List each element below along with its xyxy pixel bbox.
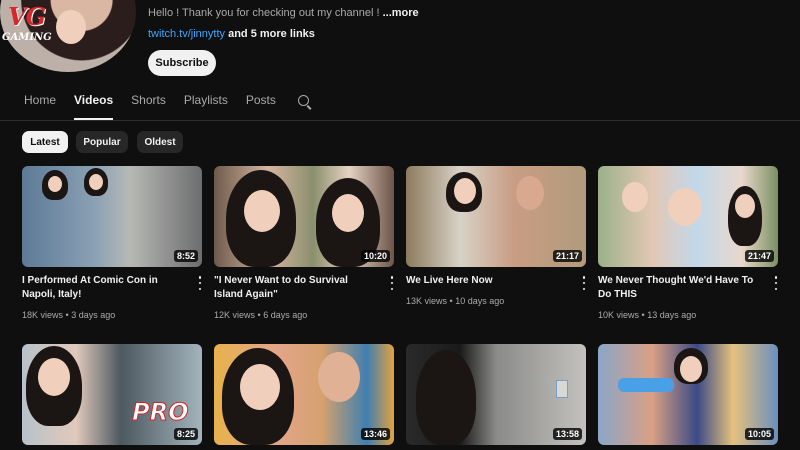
- video-thumbnail[interactable]: 8:52: [22, 166, 202, 267]
- channel-links: twitch.tv/jinnytty and 5 more links: [148, 28, 315, 40]
- video-duration: 10:20: [360, 250, 390, 262]
- video-title[interactable]: I Performed At Comic Con in Napoli, Ital…: [22, 274, 186, 302]
- video-card[interactable]: 21:17 We Live Here Now 13K views • 10 da…: [406, 166, 586, 306]
- thumb-overlay-text: PRO: [131, 398, 189, 427]
- meta-separator: •: [257, 310, 261, 320]
- video-duration: 13:58: [552, 428, 582, 440]
- video-card[interactable]: 10:20 "I Never Want to do Survival Islan…: [214, 166, 394, 320]
- search-icon[interactable]: [298, 95, 309, 106]
- tab-posts[interactable]: Posts: [246, 93, 276, 111]
- watermark-logo: VG GAMING: [2, 2, 68, 48]
- logo-subtext: GAMING: [2, 32, 52, 43]
- video-thumbnail[interactable]: 13:46: [214, 344, 394, 445]
- video-card[interactable]: 13:58: [406, 344, 586, 445]
- video-thumbnail[interactable]: 13:58: [406, 344, 586, 445]
- video-meta: 10K views • 13 days ago: [598, 310, 696, 320]
- video-meta: 13K views • 10 days ago: [406, 296, 504, 306]
- view-count: 13K views: [406, 296, 448, 306]
- video-duration: 10:05: [744, 428, 774, 440]
- thumb-face: [516, 176, 544, 210]
- tab-home[interactable]: Home: [24, 93, 56, 111]
- video-duration: 21:47: [744, 250, 774, 262]
- video-duration: 8:52: [173, 250, 198, 262]
- video-duration: 13:46: [360, 428, 390, 440]
- video-thumbnail[interactable]: 10:20: [214, 166, 394, 267]
- more-links-text[interactable]: and 5 more links: [228, 28, 315, 40]
- filter-oldest[interactable]: Oldest: [137, 131, 183, 153]
- video-duration: 21:17: [552, 250, 582, 262]
- tabs-divider: [0, 120, 800, 121]
- water-gun-icon: [618, 378, 674, 392]
- video-title[interactable]: "I Never Want to do Survival Island Agai…: [214, 274, 378, 302]
- meta-separator: •: [641, 310, 645, 320]
- video-thumbnail[interactable]: 21:47: [598, 166, 778, 267]
- video-meta: 18K views • 3 days ago: [22, 310, 115, 320]
- upload-age: 6 days ago: [263, 310, 308, 320]
- twitch-link[interactable]: twitch.tv/jinnytty: [148, 28, 225, 40]
- video-thumbnail[interactable]: PRO 8:25: [22, 344, 202, 445]
- thumb-face: [454, 178, 476, 204]
- more-vert-icon[interactable]: [582, 276, 586, 290]
- meta-separator: •: [65, 310, 69, 320]
- tab-videos[interactable]: Videos: [74, 93, 114, 120]
- logo-text: VG: [8, 2, 46, 31]
- channel-tabs: Home Videos Shorts Playlists Posts: [24, 93, 294, 120]
- view-count: 10K views: [598, 310, 640, 320]
- thumb-face: [48, 176, 62, 192]
- tab-shorts[interactable]: Shorts: [131, 93, 166, 111]
- thumb-face: [244, 190, 280, 232]
- video-duration: 8:25: [173, 428, 198, 440]
- thumb-face: [89, 174, 103, 190]
- view-count: 12K views: [214, 310, 256, 320]
- thumb-face: [622, 182, 648, 212]
- upload-age: 10 days ago: [455, 296, 505, 306]
- subscribe-button[interactable]: Subscribe: [148, 50, 216, 76]
- filter-latest[interactable]: Latest: [22, 131, 68, 153]
- thumb-figure: [416, 350, 476, 445]
- meta-separator: •: [449, 296, 453, 306]
- video-card[interactable]: 10:05: [598, 344, 778, 445]
- thumb-face: [240, 364, 280, 410]
- channel-description[interactable]: Hello ! Thank you for checking out my ch…: [148, 7, 419, 19]
- description-text: Hello ! Thank you for checking out my ch…: [148, 7, 380, 19]
- thumb-face: [38, 358, 70, 396]
- view-count: 18K views: [22, 310, 64, 320]
- target-icon: [556, 380, 568, 398]
- thumb-face: [332, 194, 364, 232]
- filter-popular[interactable]: Popular: [76, 131, 128, 153]
- thumb-face: [680, 356, 702, 382]
- video-title[interactable]: We Live Here Now: [406, 274, 570, 288]
- video-card[interactable]: 21:47 We Never Thought We'd Have To Do T…: [598, 166, 778, 320]
- video-meta: 12K views • 6 days ago: [214, 310, 307, 320]
- more-vert-icon[interactable]: [774, 276, 778, 290]
- upload-age: 13 days ago: [647, 310, 697, 320]
- thumb-face: [735, 194, 755, 218]
- video-card[interactable]: 8:52 I Performed At Comic Con in Napoli,…: [22, 166, 202, 320]
- more-vert-icon[interactable]: [198, 276, 202, 290]
- video-title[interactable]: We Never Thought We'd Have To Do THIS: [598, 274, 762, 302]
- video-thumbnail[interactable]: 10:05: [598, 344, 778, 445]
- tab-playlists[interactable]: Playlists: [184, 93, 228, 111]
- video-card[interactable]: PRO 8:25: [22, 344, 202, 445]
- more-vert-icon[interactable]: [390, 276, 394, 290]
- upload-age: 3 days ago: [71, 310, 116, 320]
- video-card[interactable]: 13:46: [214, 344, 394, 445]
- more-link[interactable]: ...more: [383, 7, 419, 19]
- thumb-face: [318, 352, 360, 402]
- thumb-face: [668, 188, 702, 226]
- video-thumbnail[interactable]: 21:17: [406, 166, 586, 267]
